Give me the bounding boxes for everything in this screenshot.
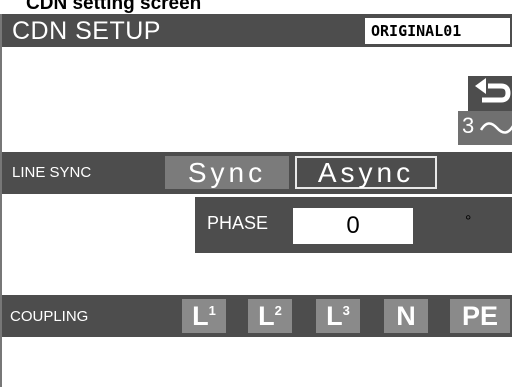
coupling-l2-main: L	[258, 301, 275, 331]
phase-label: PHASE	[207, 213, 269, 233]
coupling-button-l2[interactable]: L2	[248, 299, 292, 333]
phase-row: PHASE 0 °	[195, 197, 512, 253]
coupling-row: COUPLING L1 L2 L3 N PE	[2, 295, 512, 337]
screen-caption: CDN setting screen	[26, 0, 202, 14]
return-button[interactable]	[468, 76, 512, 114]
coupling-button-l1[interactable]: L1	[182, 299, 226, 333]
coupling-pe-main: PE	[461, 301, 499, 331]
degree-unit: °	[465, 213, 472, 230]
phase-count-label: 3	[462, 113, 475, 138]
async-button[interactable]: Async	[295, 156, 437, 189]
return-icon	[475, 78, 511, 103]
sync-button[interactable]: Sync	[165, 156, 289, 189]
coupling-label: COUPLING	[10, 308, 89, 325]
coupling-button-pe[interactable]: PE	[450, 299, 510, 333]
coupling-l2-sub: 2	[274, 303, 282, 318]
coupling-l3-sub: 3	[342, 303, 350, 318]
program-name-field[interactable]: ORIGINAL01	[365, 18, 510, 44]
coupling-l1-main: L	[192, 301, 209, 331]
coupling-l1-sub: 1	[208, 303, 216, 318]
sine-wave-icon	[480, 122, 512, 134]
cdn-setup-screen: CDN SETUP ORIGINAL01 3 LINE SYNC Sync As…	[0, 14, 512, 387]
coupling-l3-main: L	[326, 301, 343, 331]
coupling-n-main: N	[396, 301, 416, 331]
coupling-button-l3[interactable]: L3	[316, 299, 360, 333]
phase-select-button[interactable]: 3	[458, 111, 512, 145]
title-bar: CDN SETUP ORIGINAL01	[2, 14, 512, 47]
line-sync-row: LINE SYNC Sync Async	[2, 152, 512, 194]
coupling-button-n[interactable]: N	[384, 299, 428, 333]
phase-value: 0	[346, 212, 360, 239]
screen-title: CDN SETUP	[12, 17, 161, 45]
line-sync-label: LINE SYNC	[12, 164, 92, 181]
phase-value-field[interactable]: 0 °	[293, 208, 471, 244]
